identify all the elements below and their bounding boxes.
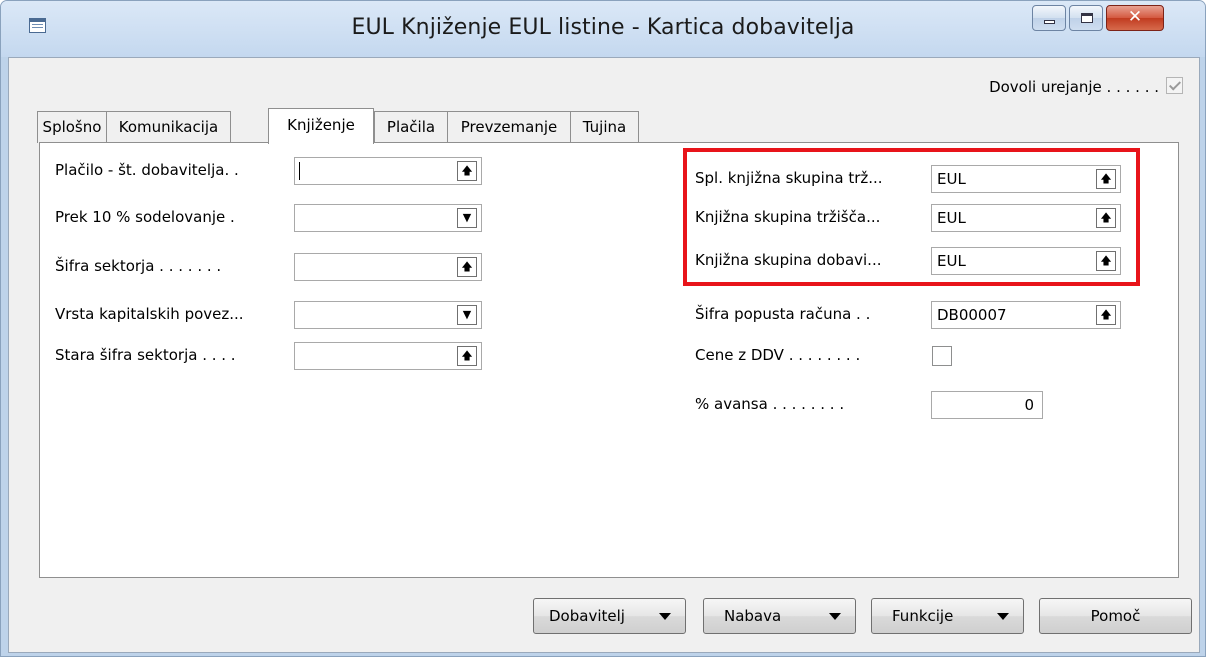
help-button[interactable]: Pomoč (1039, 598, 1192, 634)
allow-edit-label: Dovoli urejanje . . . . . . (989, 78, 1159, 96)
dropdown-icon[interactable]: ▼ (457, 208, 477, 228)
up-arrow-icon[interactable]: 🡅 (1096, 305, 1116, 325)
chevron-down-icon (829, 613, 841, 620)
field-label: % avansa . . . . . . . . (695, 395, 845, 413)
field-label: Šifra sektorja . . . . . . . (55, 257, 222, 275)
invoice-disc-code-input[interactable]: DB00007 🡅 (931, 301, 1121, 329)
up-arrow-icon[interactable]: 🡅 (457, 346, 477, 366)
field-label: Vrsta kapitalskih povez... (55, 305, 244, 323)
maximize-icon (1081, 13, 1093, 23)
tab-knjizenje[interactable]: Knjiženje (268, 108, 374, 144)
dropdown-icon[interactable]: ▼ (457, 305, 477, 325)
tab-prevzemanje[interactable]: Prevzemanje (447, 111, 571, 143)
prices-incl-vat-checkbox[interactable] (932, 346, 952, 366)
close-icon: ✕ (1127, 7, 1143, 27)
tab-tujina[interactable]: Tujina (570, 111, 639, 143)
up-arrow-icon[interactable]: 🡅 (457, 257, 477, 277)
over-10-participation-select[interactable]: ▼ (294, 204, 482, 232)
field-value: 0 (1024, 396, 1034, 414)
tab-gap (202, 111, 242, 143)
chevron-down-icon (659, 613, 671, 620)
field-label: Stara šifra sektorja . . . . (55, 346, 236, 364)
card-window: EUL Knjiženje EUL listine - Kartica doba… (0, 0, 1206, 657)
functions-menu-button[interactable]: Funkcije (871, 598, 1024, 634)
field-value: DB00007 (937, 306, 1007, 324)
button-label: Funkcije (892, 607, 954, 625)
tab-splosno[interactable]: Splošno (37, 111, 107, 143)
old-sector-code-input[interactable]: 🡅 (294, 342, 482, 370)
field-label: Prek 10 % sodelovanje . (55, 208, 235, 226)
close-button[interactable]: ✕ (1106, 5, 1164, 31)
capital-links-type-select[interactable]: ▼ (294, 301, 482, 329)
title-bar[interactable]: EUL Knjiženje EUL listine - Kartica doba… (1, 1, 1205, 57)
sector-code-input[interactable]: 🡅 (294, 253, 482, 281)
field-label: Plačilo - št. dobavitelja. . (55, 161, 239, 179)
vendor-menu-button[interactable]: Dobavitelj (533, 598, 686, 634)
window-title: EUL Knjiženje EUL listine - Kartica doba… (351, 15, 855, 40)
allow-edit-row: Dovoli urejanje . . . . . . (989, 77, 1183, 96)
client-area: Dovoli urejanje . . . . . . Splošno Komu… (8, 57, 1200, 653)
maximize-button[interactable] (1069, 5, 1103, 31)
minimize-button[interactable] (1032, 5, 1066, 31)
field-label: Cene z DDV . . . . . . . . (695, 346, 861, 364)
purchase-menu-button[interactable]: Nabava (703, 598, 856, 634)
field-label: Šifra popusta računa . . (695, 305, 871, 323)
button-label: Pomoč (1090, 607, 1141, 625)
allow-edit-checkbox[interactable] (1166, 77, 1183, 94)
text-cursor (299, 162, 300, 180)
button-label: Nabava (724, 607, 782, 625)
chevron-down-icon (997, 613, 1009, 620)
up-arrow-icon[interactable]: 🡅 (457, 161, 477, 181)
tab-placila[interactable]: Plačila (374, 111, 448, 143)
posting-panel: Plačilo - št. dobavitelja. . 🡅 Prek 10 %… (39, 142, 1179, 578)
button-label: Dobavitelj (549, 607, 625, 625)
prepayment-percent-input[interactable]: 0 (931, 391, 1043, 419)
payment-vendor-no-input[interactable]: 🡅 (294, 157, 482, 185)
highlight-box (683, 148, 1140, 286)
minimize-icon (1044, 20, 1055, 24)
